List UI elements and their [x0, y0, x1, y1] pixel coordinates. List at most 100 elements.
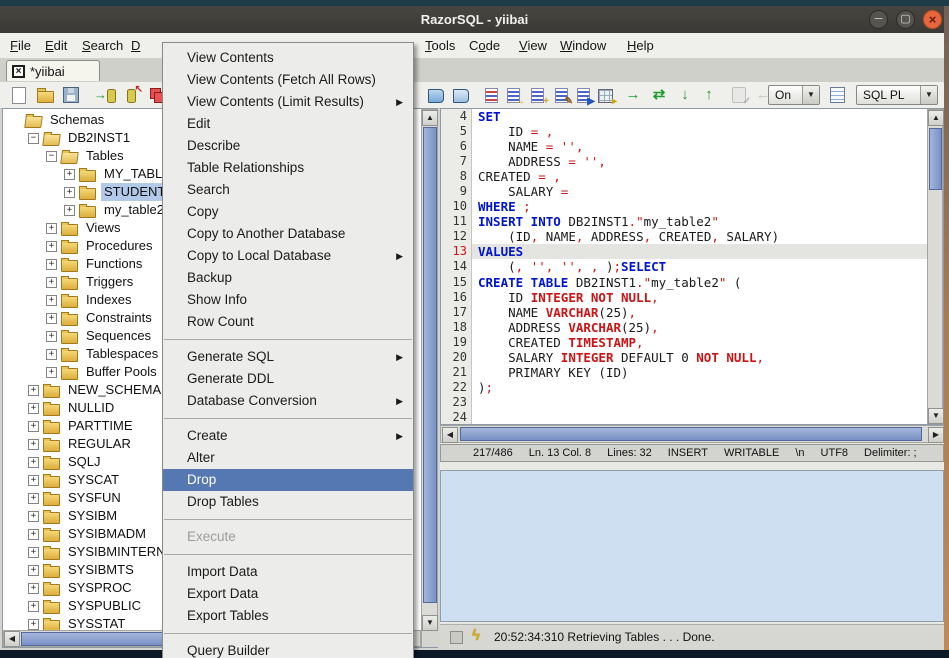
- reference-book-icon[interactable]: [450, 85, 472, 105]
- context-menu-item-backup[interactable]: Backup: [163, 267, 413, 289]
- scroll-right-icon[interactable]: ▶: [928, 427, 944, 443]
- editor-hscrollbar-thumb[interactable]: [460, 427, 922, 441]
- expand-icon[interactable]: +: [28, 403, 39, 414]
- expand-icon[interactable]: +: [28, 565, 39, 576]
- menu-code[interactable]: Code: [469, 33, 500, 58]
- expand-icon[interactable]: +: [46, 277, 57, 288]
- context-menu-item-database-conversion[interactable]: Database Conversion▶: [163, 390, 413, 412]
- context-menu-item-copy-to-another-database[interactable]: Copy to Another Database: [163, 223, 413, 245]
- menu-search[interactable]: Search: [82, 33, 123, 58]
- menu-edit[interactable]: Edit: [45, 33, 67, 58]
- expand-icon[interactable]: +: [46, 241, 57, 252]
- scroll-down-icon[interactable]: ▼: [422, 615, 438, 631]
- context-menu-item-row-count[interactable]: Row Count: [163, 311, 413, 333]
- sql-editor[interactable]: 456789101112131415161718192021222324 SET…: [440, 108, 944, 425]
- menu-view[interactable]: View: [519, 33, 547, 58]
- context-menu-item-copy[interactable]: Copy: [163, 201, 413, 223]
- expand-icon[interactable]: +: [28, 511, 39, 522]
- expand-icon[interactable]: +: [28, 619, 39, 630]
- context-menu-item-show-info[interactable]: Show Info: [163, 289, 413, 311]
- new-file-icon[interactable]: [8, 85, 30, 105]
- expand-icon[interactable]: +: [64, 187, 75, 198]
- minimize-button[interactable]: ─: [869, 10, 888, 29]
- scroll-left-icon[interactable]: ◀: [4, 631, 20, 647]
- context-menu-item-export-tables[interactable]: Export Tables: [163, 605, 413, 627]
- expand-icon[interactable]: +: [28, 439, 39, 450]
- menu-tools[interactable]: Tools: [425, 33, 455, 58]
- expand-icon[interactable]: +: [28, 457, 39, 468]
- context-menu-item-view-contents[interactable]: View Contents: [163, 47, 413, 69]
- context-menu-item-view-contents-fetch-all-rows-[interactable]: View Contents (Fetch All Rows): [163, 69, 413, 91]
- fetch-rows-icon[interactable]: →: [502, 85, 524, 105]
- collapse-icon[interactable]: −: [46, 151, 57, 162]
- expand-icon[interactable]: +: [46, 313, 57, 324]
- edit-query-icon[interactable]: ✎: [550, 85, 572, 105]
- expand-icon[interactable]: +: [64, 169, 75, 180]
- expand-icon[interactable]: +: [28, 385, 39, 396]
- context-menu-item-create[interactable]: Create▶: [163, 425, 413, 447]
- scroll-up-icon[interactable]: ▲: [422, 110, 438, 126]
- connect-database-icon[interactable]: →: [94, 85, 116, 105]
- expand-icon[interactable]: +: [46, 367, 57, 378]
- context-menu-item-query-builder[interactable]: Query Builder: [163, 640, 413, 658]
- context-menu-item-view-contents-limit-results-[interactable]: View Contents (Limit Results)▶: [163, 91, 413, 113]
- next-statement-icon[interactable]: ↓: [674, 85, 696, 105]
- context-menu-item-export-data[interactable]: Export Data: [163, 583, 413, 605]
- help-book-icon[interactable]: [425, 85, 447, 105]
- expand-icon[interactable]: +: [46, 349, 57, 360]
- context-menu-item-table-relationships[interactable]: Table Relationships: [163, 157, 413, 179]
- expand-icon[interactable]: +: [46, 223, 57, 234]
- editor-vertical-scrollbar[interactable]: ▲ ▼: [927, 109, 943, 424]
- expand-icon[interactable]: +: [64, 205, 75, 216]
- autocommit-select[interactable]: On ▼: [768, 85, 820, 105]
- close-button[interactable]: ×: [923, 10, 942, 29]
- scroll-up-icon[interactable]: ▲: [928, 110, 944, 126]
- context-menu-item-generate-sql[interactable]: Generate SQL▶: [163, 346, 413, 368]
- expand-icon[interactable]: +: [28, 493, 39, 504]
- expand-icon[interactable]: +: [28, 529, 39, 540]
- code-area[interactable]: SET ID = , NAME = '', ADDRESS = '',CREAT…: [472, 109, 927, 424]
- sql-language-select[interactable]: SQL PL ▼: [856, 85, 938, 105]
- scroll-down-icon[interactable]: ▼: [928, 408, 944, 424]
- previous-statement-icon[interactable]: ↑: [698, 85, 720, 105]
- disconnect-database-icon[interactable]: ↖: [120, 85, 142, 105]
- menu-d[interactable]: D: [131, 33, 140, 58]
- context-menu-item-edit[interactable]: Edit: [163, 113, 413, 135]
- tree-scrollbar-thumb[interactable]: [423, 127, 437, 603]
- editor-horizontal-scrollbar[interactable]: ◀ ▶: [440, 425, 944, 443]
- tab-close-icon[interactable]: ×: [12, 65, 25, 78]
- save-icon[interactable]: [60, 85, 82, 105]
- collapse-icon[interactable]: −: [28, 133, 39, 144]
- reconnect-icon[interactable]: ⇄: [648, 85, 670, 105]
- execute-icon[interactable]: →: [622, 85, 644, 105]
- context-menu-item-drop[interactable]: Drop: [163, 469, 413, 491]
- scroll-left-icon[interactable]: ◀: [442, 427, 458, 443]
- export-table-icon[interactable]: ▸: [594, 85, 616, 105]
- context-menu-item-alter[interactable]: Alter: [163, 447, 413, 469]
- insert-row-icon[interactable]: +: [526, 85, 548, 105]
- title-bar[interactable]: RazorSQL - yiibai ─ ▢ ×: [0, 6, 949, 34]
- run-query-icon[interactable]: ▶: [572, 85, 594, 105]
- expand-icon[interactable]: +: [28, 547, 39, 558]
- results-list-icon[interactable]: [480, 85, 502, 105]
- expand-icon[interactable]: +: [28, 601, 39, 612]
- expand-icon[interactable]: +: [28, 421, 39, 432]
- context-menu-item-generate-ddl[interactable]: Generate DDL: [163, 368, 413, 390]
- editor-scrollbar-thumb[interactable]: [929, 128, 942, 190]
- menu-file[interactable]: File: [10, 33, 31, 58]
- log-icon[interactable]: [826, 85, 848, 105]
- context-menu-item-describe[interactable]: Describe: [163, 135, 413, 157]
- expand-icon[interactable]: +: [46, 331, 57, 342]
- context-menu-item-copy-to-local-database[interactable]: Copy to Local Database▶: [163, 245, 413, 267]
- open-folder-icon[interactable]: [34, 85, 56, 105]
- context-menu-item-import-data[interactable]: Import Data: [163, 561, 413, 583]
- context-menu-item-search[interactable]: Search: [163, 179, 413, 201]
- tab-yiibai[interactable]: × *yiibai: [6, 60, 100, 81]
- expand-icon[interactable]: +: [46, 259, 57, 270]
- expand-icon[interactable]: +: [28, 475, 39, 486]
- expand-icon[interactable]: +: [28, 583, 39, 594]
- context-menu-item-drop-tables[interactable]: Drop Tables: [163, 491, 413, 513]
- maximize-button[interactable]: ▢: [896, 10, 915, 29]
- menu-help[interactable]: Help: [627, 33, 654, 58]
- menu-window[interactable]: Window: [560, 33, 606, 58]
